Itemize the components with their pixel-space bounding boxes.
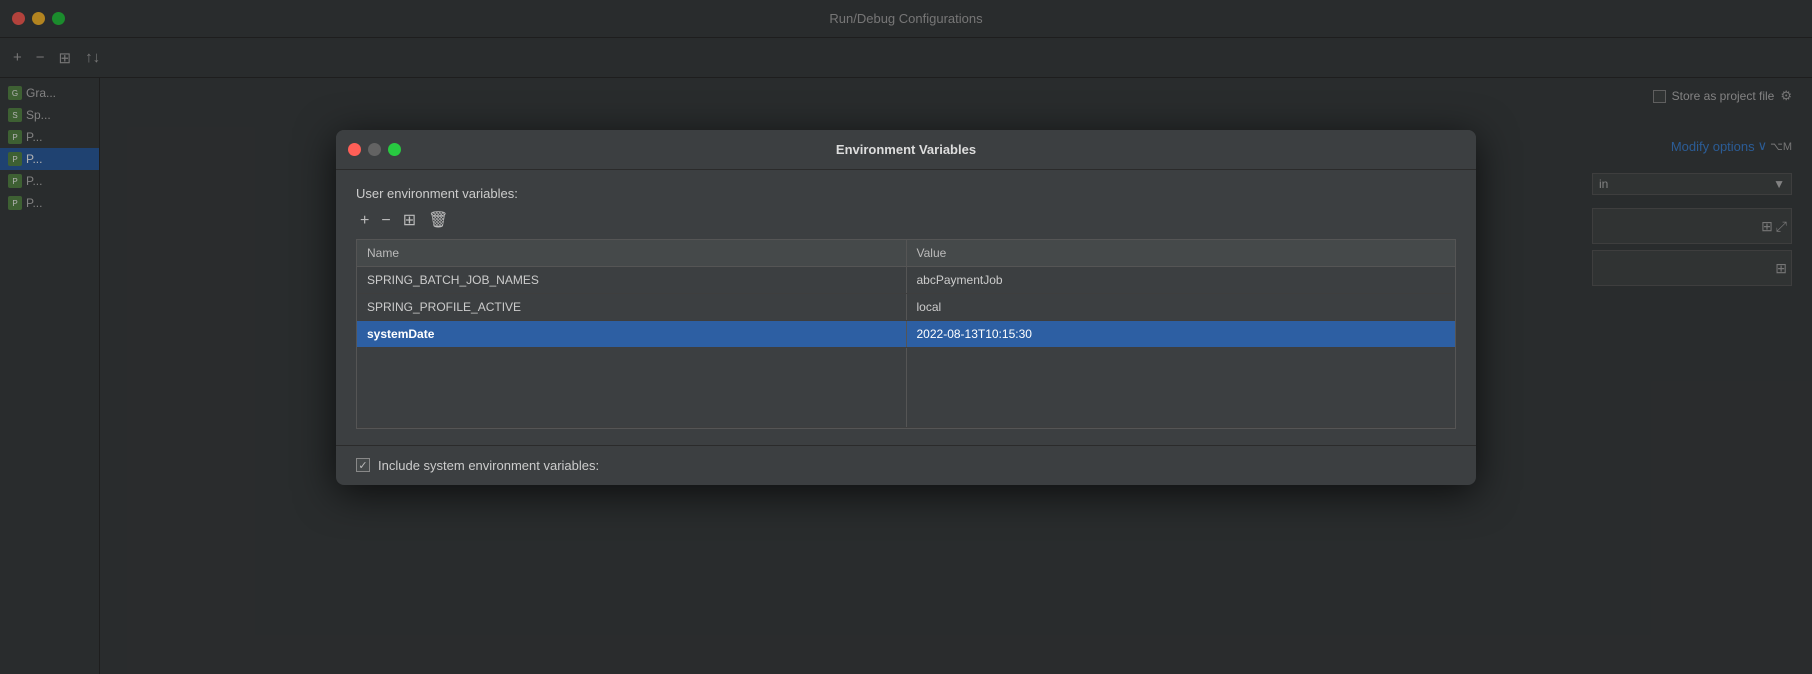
env-name-2: systemDate: [357, 320, 906, 347]
table-row-selected[interactable]: systemDate 2022-08-13T10:15:30: [357, 320, 1455, 347]
col-value-header: Value: [906, 240, 1455, 267]
col-name-header: Name: [357, 240, 906, 267]
dialog-title-bar: Environment Variables: [336, 130, 1476, 170]
env-table: Name Value SPRING_BATCH_JOB_NAMES abcPay…: [357, 240, 1455, 428]
env-table-container: Name Value SPRING_BATCH_JOB_NAMES abcPay…: [356, 239, 1456, 429]
env-dialog: Environment Variables User environment v…: [336, 130, 1476, 485]
modal-overlay: Environment Variables User environment v…: [0, 0, 1812, 674]
dialog-title-bar-dots: [348, 143, 401, 156]
env-name-0: SPRING_BATCH_JOB_NAMES: [357, 266, 906, 293]
copy-env-button[interactable]: ⊞: [399, 211, 420, 231]
env-value-2: 2022-08-13T10:15:30: [906, 320, 1455, 347]
env-value-0: abcPaymentJob: [906, 266, 1455, 293]
dialog-maximize-dot[interactable]: [388, 143, 401, 156]
include-system-env-checkbox[interactable]: [356, 458, 370, 472]
env-name-1: SPRING_PROFILE_ACTIVE: [357, 293, 906, 320]
empty-value: [906, 347, 1455, 427]
empty-name: [357, 347, 906, 427]
delete-env-button[interactable]: 🗑: [424, 211, 452, 231]
table-row[interactable]: SPRING_PROFILE_ACTIVE local: [357, 293, 1455, 320]
section-label: User environment variables:: [356, 186, 1456, 201]
table-row-empty: [357, 347, 1455, 427]
dialog-minimize-dot[interactable]: [368, 143, 381, 156]
remove-env-button[interactable]: −: [377, 211, 394, 231]
env-value-1: local: [906, 293, 1455, 320]
dialog-footer: Include system environment variables:: [336, 445, 1476, 485]
include-system-env-label: Include system environment variables:: [378, 458, 599, 473]
add-env-button[interactable]: +: [356, 211, 373, 231]
table-row[interactable]: SPRING_BATCH_JOB_NAMES abcPaymentJob: [357, 266, 1455, 293]
dialog-body: User environment variables: + − ⊞ 🗑 Name…: [336, 170, 1476, 445]
dialog-title: Environment Variables: [836, 142, 976, 157]
dialog-close-dot[interactable]: [348, 143, 361, 156]
env-toolbar: + − ⊞ 🗑: [356, 211, 1456, 231]
